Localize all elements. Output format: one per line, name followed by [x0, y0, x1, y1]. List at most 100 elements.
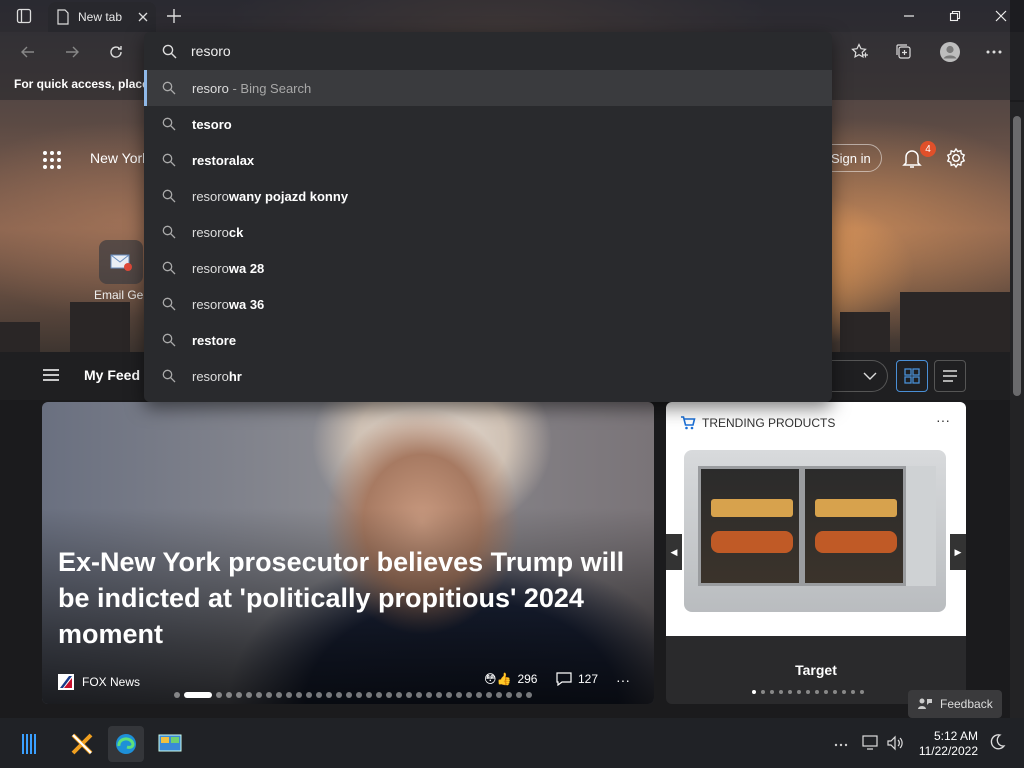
carousel-dot[interactable]: [296, 692, 302, 698]
carousel-dot[interactable]: [276, 692, 282, 698]
carousel-dot[interactable]: [516, 692, 522, 698]
taskbar-edge-button[interactable]: [108, 726, 144, 762]
carousel-prev-button[interactable]: ◀: [666, 534, 682, 570]
address-bar[interactable]: resoro: [144, 32, 832, 70]
close-window-button[interactable]: [978, 0, 1024, 32]
carousel-next-button[interactable]: ▶: [950, 534, 966, 570]
carousel-dot[interactable]: [236, 692, 242, 698]
pagination-dot-active[interactable]: [752, 690, 756, 694]
suggestion-item[interactable]: resorowa 28: [144, 250, 832, 286]
pagination-dot[interactable]: [833, 690, 837, 694]
carousel-dot[interactable]: [174, 692, 180, 698]
carousel-dot[interactable]: [306, 692, 312, 698]
carousel-dot[interactable]: [476, 692, 482, 698]
carousel-dot[interactable]: [506, 692, 512, 698]
carousel-dot[interactable]: [286, 692, 292, 698]
pagination-dot[interactable]: [815, 690, 819, 694]
carousel-dot[interactable]: [366, 692, 372, 698]
tab-new-tab[interactable]: New tab: [48, 2, 156, 32]
carousel-dot[interactable]: [466, 692, 472, 698]
hero-more-options-button[interactable]: ···: [616, 672, 630, 688]
favorites-button[interactable]: [846, 38, 874, 66]
feed-layout-dropdown[interactable]: [832, 360, 888, 392]
suggestion-item[interactable]: restoralax: [144, 142, 832, 178]
carousel-dot[interactable]: [386, 692, 392, 698]
hero-headline[interactable]: Ex-New York prosecutor believes Trump wi…: [58, 544, 638, 652]
carousel-dot-active[interactable]: [184, 692, 212, 698]
minimize-button[interactable]: [886, 0, 932, 32]
pagination-dot[interactable]: [761, 690, 765, 694]
carousel-dot[interactable]: [326, 692, 332, 698]
carousel-dot[interactable]: [336, 692, 342, 698]
pagination-dot[interactable]: [770, 690, 774, 694]
app-launcher-button[interactable]: [42, 150, 62, 170]
pagination-dot[interactable]: [779, 690, 783, 694]
carousel-dot[interactable]: [426, 692, 432, 698]
feedback-button[interactable]: Feedback: [908, 690, 1002, 718]
show-hidden-icons-button[interactable]: [834, 734, 848, 752]
carousel-dot[interactable]: [226, 692, 232, 698]
trending-store-name[interactable]: Target: [666, 662, 966, 678]
carousel-dot[interactable]: [256, 692, 262, 698]
my-feed-tab[interactable]: My Feed: [84, 367, 140, 383]
carousel-dot[interactable]: [446, 692, 452, 698]
taskbar-control-panel-button[interactable]: [152, 726, 188, 762]
feed-menu-button[interactable]: [42, 368, 60, 387]
carousel-dot[interactable]: [486, 692, 492, 698]
settings-and-more-button[interactable]: [980, 38, 1008, 66]
restore-button[interactable]: [932, 0, 978, 32]
list-view-button[interactable]: [934, 360, 966, 392]
carousel-dot[interactable]: [406, 692, 412, 698]
trending-products-card[interactable]: TRENDING PRODUCTS ··· ◀ ▶ Target: [666, 402, 966, 704]
quick-link-tile[interactable]: Email Ger: [94, 240, 147, 302]
carousel-dot[interactable]: [246, 692, 252, 698]
carousel-dot[interactable]: [216, 692, 222, 698]
hero-news-card[interactable]: Ex-New York prosecutor believes Trump wi…: [42, 402, 654, 704]
trending-more-options-button[interactable]: ···: [936, 412, 950, 428]
grid-view-button[interactable]: [896, 360, 928, 392]
refresh-button[interactable]: [102, 38, 130, 66]
pagination-dot[interactable]: [824, 690, 828, 694]
collections-button[interactable]: [890, 38, 918, 66]
taskbar-app-button[interactable]: [64, 726, 100, 762]
suggestion-item[interactable]: tesoro: [144, 106, 832, 142]
suggestion-item[interactable]: resorock: [144, 214, 832, 250]
scrollbar-thumb[interactable]: [1013, 116, 1021, 396]
close-tab-icon[interactable]: [138, 12, 148, 22]
carousel-dot[interactable]: [346, 692, 352, 698]
tab-actions-menu-button[interactable]: [8, 4, 40, 28]
pagination-dot[interactable]: [788, 690, 792, 694]
carousel-dot[interactable]: [526, 692, 532, 698]
carousel-dot[interactable]: [316, 692, 322, 698]
carousel-dot[interactable]: [416, 692, 422, 698]
start-button[interactable]: [12, 726, 48, 762]
carousel-dot[interactable]: [456, 692, 462, 698]
suggestion-item[interactable]: resorowany pojazd konny: [144, 178, 832, 214]
carousel-dot[interactable]: [396, 692, 402, 698]
network-button[interactable]: [862, 735, 880, 756]
new-tab-button[interactable]: [160, 4, 188, 28]
comments-button[interactable]: 127: [556, 672, 598, 686]
air-fryer-oven-product-image[interactable]: [684, 450, 946, 612]
suggestion-item[interactable]: resorohr: [144, 358, 832, 394]
pagination-dot[interactable]: [842, 690, 846, 694]
suggestion-item[interactable]: resorowa 36: [144, 286, 832, 322]
weather-location[interactable]: New York: [90, 150, 149, 166]
carousel-dot[interactable]: [356, 692, 362, 698]
profile-button[interactable]: [936, 38, 964, 66]
address-bar-query[interactable]: resoro: [191, 43, 231, 59]
system-clock[interactable]: 5:12 AM 11/22/2022: [918, 729, 978, 759]
suggestion-item[interactable]: resoro - Bing Search: [144, 70, 832, 106]
back-button[interactable]: [14, 38, 42, 66]
focus-assist-button[interactable]: [988, 733, 1006, 756]
volume-button[interactable]: [886, 735, 904, 756]
page-settings-button[interactable]: [944, 146, 968, 170]
pagination-dot[interactable]: [797, 690, 801, 694]
carousel-dot[interactable]: [266, 692, 272, 698]
pagination-dot[interactable]: [806, 690, 810, 694]
hero-source[interactable]: FOX News: [58, 674, 140, 690]
reactions-button[interactable]: 😳👍 296: [484, 672, 537, 686]
pagination-dot[interactable]: [860, 690, 864, 694]
suggestion-item[interactable]: restore: [144, 322, 832, 358]
carousel-dot[interactable]: [376, 692, 382, 698]
